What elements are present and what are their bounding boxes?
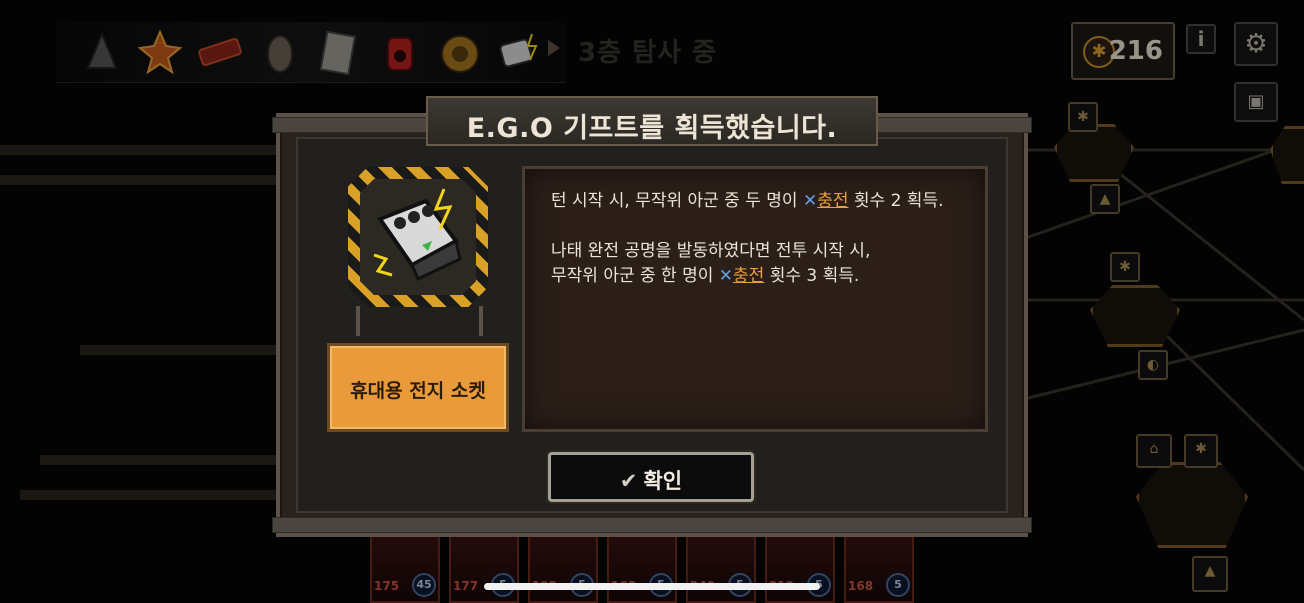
dialog-title: E.G.O 기프트를 획득했습니다.	[466, 113, 838, 144]
checkmark-icon: ✔	[619, 469, 638, 493]
confirm-label: 확인	[643, 469, 683, 493]
charge-keyword-link[interactable]: 충전	[817, 191, 848, 211]
dialog-title-plate: E.G.O 기프트를 획득했습니다.	[426, 96, 878, 146]
desc-text: 횟수 3 획득.	[764, 266, 860, 286]
chain-hook	[479, 306, 483, 336]
chain-hook	[356, 306, 360, 336]
home-indicator[interactable]	[484, 583, 820, 590]
desc-text: 횟수 2 획득.	[848, 191, 944, 211]
charge-keyword-link[interactable]: 충전	[733, 266, 764, 286]
charge-keyword-icon: ✕	[802, 191, 818, 211]
charge-keyword-icon: ✕	[718, 266, 734, 286]
desc-text: 나태 완전 공명을 발동하였다면 전투 시작 시,	[551, 241, 871, 261]
gift-image-frame	[348, 167, 488, 307]
gift-description-box: 턴 시작 시, 무작위 아군 중 두 명이 ✕충전 횟수 2 획득. 나태 완전…	[522, 166, 988, 432]
dialog-bottom-rail	[272, 517, 1032, 533]
gift-description: 턴 시작 시, 무작위 아군 중 두 명이 ✕충전 횟수 2 획득. 나태 완전…	[551, 189, 959, 314]
battery-socket-icon	[373, 188, 462, 282]
gift-name: 휴대용 전지 소켓	[350, 380, 486, 402]
desc-text: 무작위 아군 중 한 명이	[551, 266, 719, 286]
gift-name-plate: 휴대용 전지 소켓	[327, 343, 509, 432]
confirm-button[interactable]: ✔ 확인	[548, 452, 754, 502]
desc-text: 턴 시작 시, 무작위 아군 중 두 명이	[551, 191, 803, 211]
